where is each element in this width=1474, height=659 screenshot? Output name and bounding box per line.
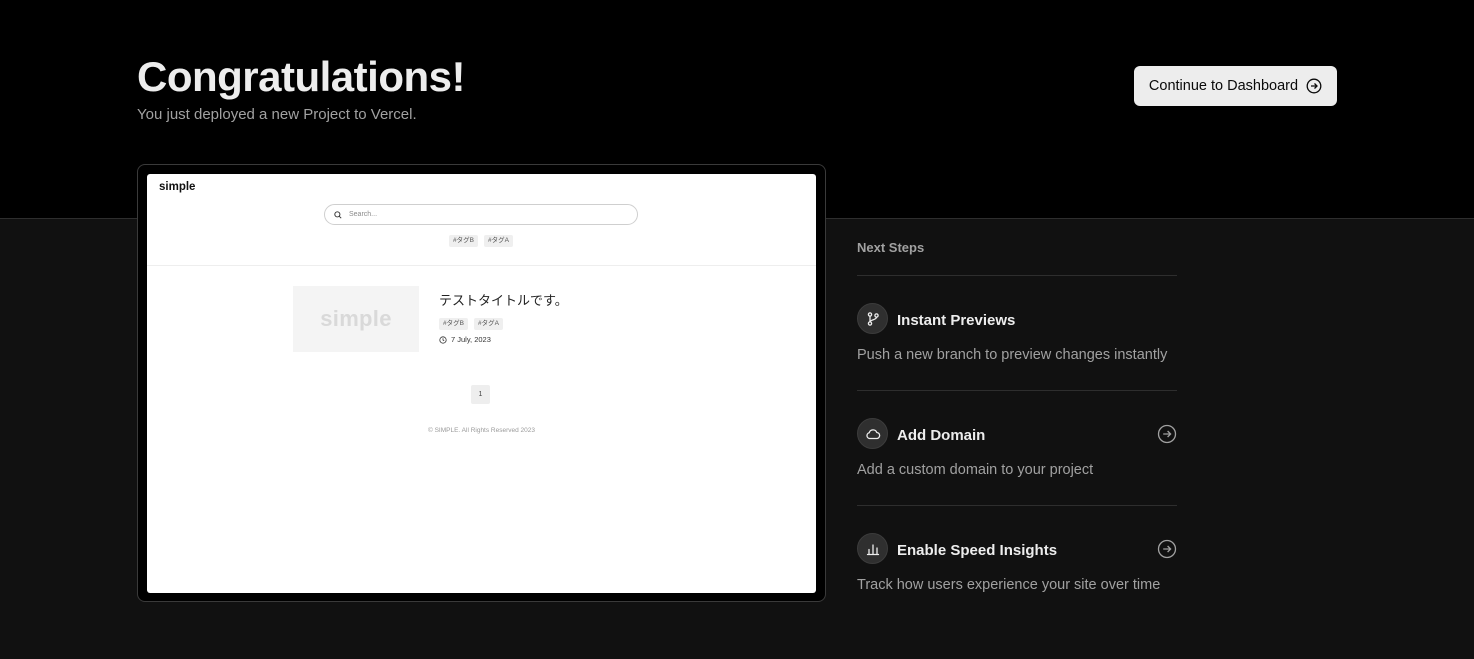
step-title: Instant Previews [897, 312, 1016, 329]
clock-icon [439, 335, 447, 344]
step-title: Add Domain [897, 427, 986, 444]
preview-search-bar: Search... [324, 204, 638, 225]
preview-footer: © SIMPLE. All Rights Reserved 2023 [427, 427, 536, 434]
preview-tag-list: #タグB #タグA [449, 235, 513, 247]
preview-search-placeholder: Search... [349, 211, 378, 218]
git-branch-icon [857, 303, 888, 334]
search-icon [334, 210, 342, 219]
continue-to-dashboard-label: Continue to Dashboard [1148, 78, 1299, 94]
preview-logo: simple [159, 181, 196, 193]
page-title: Congratulations! [137, 53, 465, 100]
step-enable-speed-insights[interactable]: Enable Speed Insights Track how users ex… [857, 506, 1177, 621]
preview-tag: #タグA [483, 235, 513, 247]
step-add-domain[interactable]: Add Domain Add a custom domain to your p… [857, 391, 1177, 506]
step-title: Enable Speed Insights [897, 542, 1058, 559]
step-description: Add a custom domain to your project [857, 462, 1094, 478]
preview-post-title: テストタイトルです。 [439, 293, 568, 308]
next-steps-heading: Next Steps [857, 240, 1177, 276]
page-subtitle: You just deployed a new Project to Verce… [137, 106, 417, 123]
bar-chart-icon [857, 533, 888, 564]
deployment-preview[interactable]: simple Search... #タグB #タグA simple テストタイト… [137, 164, 826, 602]
continue-to-dashboard-button[interactable]: Continue to Dashboard [1134, 66, 1337, 106]
preview-tag: #タグB [449, 235, 478, 247]
step-instant-previews[interactable]: Instant Previews Push a new branch to pr… [857, 276, 1177, 391]
preview-post-thumbnail: simple [293, 286, 419, 352]
preview-post-date: 7 July, 2023 [439, 335, 491, 344]
preview-divider [147, 265, 816, 266]
cloud-icon [857, 418, 888, 449]
step-description: Push a new branch to preview changes ins… [857, 347, 1168, 363]
preview-screenshot: simple Search... #タグB #タグA simple テストタイト… [147, 174, 816, 593]
preview-post-tag: #タグB [439, 318, 468, 330]
preview-post-tag: #タグA [473, 318, 503, 330]
arrow-right-circle-icon[interactable] [1157, 424, 1177, 444]
preview-post-tags: #タグB #タグA [439, 318, 503, 330]
preview-date-text: 7 July, 2023 [451, 335, 491, 344]
step-description: Track how users experience your site ove… [857, 577, 1161, 593]
preview-thumbnail-text: simple [320, 306, 392, 331]
preview-pagination: 1 [471, 385, 490, 404]
next-steps-panel: Next Steps Instant Previews Push a new b… [857, 240, 1177, 621]
arrow-right-circle-icon[interactable] [1157, 539, 1177, 559]
arrow-right-circle-icon [1306, 78, 1322, 94]
